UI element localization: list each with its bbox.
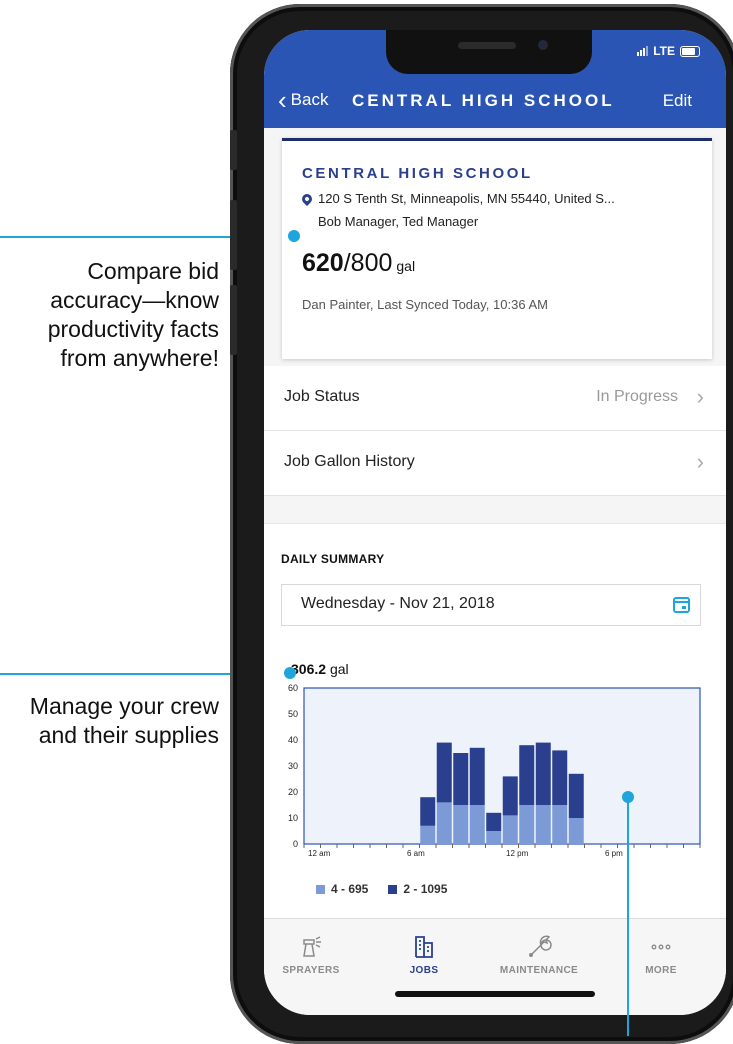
callout-dot-total [284, 667, 296, 679]
bar-series-2 [436, 742, 452, 803]
tab-jobs-label: JOBS [409, 965, 439, 976]
tab-maintenance[interactable]: MAINTENANCE [494, 933, 584, 976]
job-name: CENTRAL HIGH SCHOOL [302, 165, 533, 182]
more-icon [616, 933, 706, 961]
daily-usage-chart: 60 50 40 30 20 10 0 12 am 6 am 12 pm 6 pm [288, 684, 701, 858]
job-status-value: In Progress [596, 388, 678, 405]
job-gallon-history-label: Job Gallon History [284, 453, 415, 470]
bar-series-1 [436, 802, 452, 844]
battery-icon [680, 45, 700, 57]
gallons-unit: gal [396, 258, 416, 274]
back-label: Back [290, 90, 329, 109]
tab-sprayers[interactable]: SPRAYERS [266, 933, 356, 976]
bar-series-2 [420, 797, 436, 826]
job-status-label: Job Status [284, 388, 360, 405]
page-title: CENTRAL HIGH SCHOOL [352, 91, 615, 110]
edit-button[interactable]: Edit [663, 91, 692, 111]
bar-series-2 [453, 753, 469, 805]
bar-series-1 [420, 825, 436, 844]
phone-screen: LTE ‹ Back CENTRAL HIGH SCHOOL Edit CENT… [264, 30, 726, 1015]
bar-series-1 [453, 805, 469, 844]
callout-dot-card [288, 230, 300, 242]
legend-label-series-2: 2 - 1095 [403, 882, 448, 896]
jobs-icon [379, 933, 469, 961]
tab-maintenance-label: MAINTENANCE [499, 965, 579, 976]
bar-series-1 [535, 805, 551, 844]
job-status-row[interactable]: Job Status In Progress › [264, 366, 726, 431]
legend-label-series-1: 4 - 695 [331, 882, 369, 896]
tab-sprayers-label: SPRAYERS [282, 965, 340, 976]
job-gallon-history-row[interactable]: Job Gallon History › [264, 431, 726, 496]
signal-icon [637, 46, 649, 56]
date-picker[interactable]: Wednesday - Nov 21, 2018 [281, 584, 701, 626]
job-address: 120 S Tenth St, Minneapolis, MN 55440, U… [299, 191, 615, 206]
tab-more[interactable]: MORE [616, 933, 706, 976]
bar-series-2 [502, 776, 518, 816]
x-tick-label: 6 am [407, 849, 425, 858]
chart-legend: 4 - 695 2 - 1095 [316, 882, 447, 896]
y-tick-label: 0 [293, 839, 298, 849]
y-tick-label: 30 [288, 761, 298, 771]
location-pin-icon [299, 191, 315, 206]
date-picker-value: Wednesday - Nov 21, 2018 [301, 595, 495, 612]
tab-bar: SPRAYERS JOBS MAINTENANCE MORE [264, 918, 726, 1015]
y-tick-label: 20 [288, 787, 298, 797]
callout-manage-crew: Manage your crew and their supplies [29, 693, 219, 748]
legend-swatch-series-1 [316, 884, 325, 894]
job-managers: Bob Manager, Ted Manager [318, 214, 479, 229]
network-label: LTE [653, 44, 675, 58]
bar-series-1 [469, 805, 485, 844]
phone-volume-up [230, 200, 237, 270]
gallons-used: 620 [302, 249, 344, 277]
chevron-right-icon: › [696, 384, 704, 409]
bar-series-1 [502, 815, 518, 844]
legend-swatch-series-2 [388, 884, 398, 894]
callout-bid-accuracy: Compare bid accuracy—know productivity f… [47, 258, 219, 371]
back-button[interactable]: ‹ Back [278, 84, 329, 115]
sprayer-icon [266, 933, 356, 961]
tab-jobs[interactable]: JOBS [379, 933, 469, 976]
gallons-total: /800 [343, 249, 393, 277]
callout-line-chart [627, 797, 629, 1036]
chevron-left-icon: ‹ [278, 84, 287, 115]
bar-series-2 [486, 812, 502, 831]
daily-summary-header: DAILY SUMMARY [281, 552, 385, 566]
daily-summary: DAILY SUMMARY Wednesday - Nov 21, 2018 3… [264, 523, 726, 919]
bar-series-2 [552, 750, 568, 805]
sync-info: Dan Painter, Last Synced Today, 10:36 AM [302, 297, 548, 312]
daily-total-unit: gal [329, 661, 349, 677]
x-tick-label: 12 pm [506, 849, 529, 858]
bar-series-2 [535, 742, 551, 805]
chevron-right-icon: › [696, 449, 704, 474]
job-card: CENTRAL HIGH SCHOOL 120 S Tenth St, Minn… [282, 138, 712, 359]
status-bar: LTE [637, 44, 700, 58]
tab-more-label: MORE [645, 965, 677, 976]
bar-series-1 [552, 805, 568, 844]
bar-series-2 [568, 773, 584, 818]
daily-total-value: 306.2 [291, 661, 327, 677]
y-tick-label: 60 [288, 684, 298, 693]
wrench-icon [494, 933, 584, 961]
y-tick-label: 40 [288, 735, 298, 745]
home-indicator [395, 991, 595, 997]
x-tick-label: 12 am [308, 849, 331, 858]
job-address-text: 120 S Tenth St, Minneapolis, MN 55440, U… [318, 191, 615, 206]
phone-side-button [230, 130, 237, 170]
daily-total: 306.2 gal [291, 661, 349, 677]
plot-area [303, 687, 701, 845]
bar-series-2 [469, 747, 485, 805]
y-tick-label: 50 [288, 709, 298, 719]
y-tick-label: 10 [288, 813, 298, 823]
bar-series-2 [519, 745, 535, 805]
phone-volume-down [230, 285, 237, 355]
phone-notch [386, 30, 592, 74]
bar-series-1 [519, 805, 535, 844]
bar-series-1 [568, 818, 584, 844]
bar-series-1 [486, 831, 502, 844]
gallon-progress: 620 /800 gal [302, 249, 415, 278]
x-tick-label: 6 pm [605, 849, 623, 858]
calendar-icon[interactable] [673, 597, 690, 613]
